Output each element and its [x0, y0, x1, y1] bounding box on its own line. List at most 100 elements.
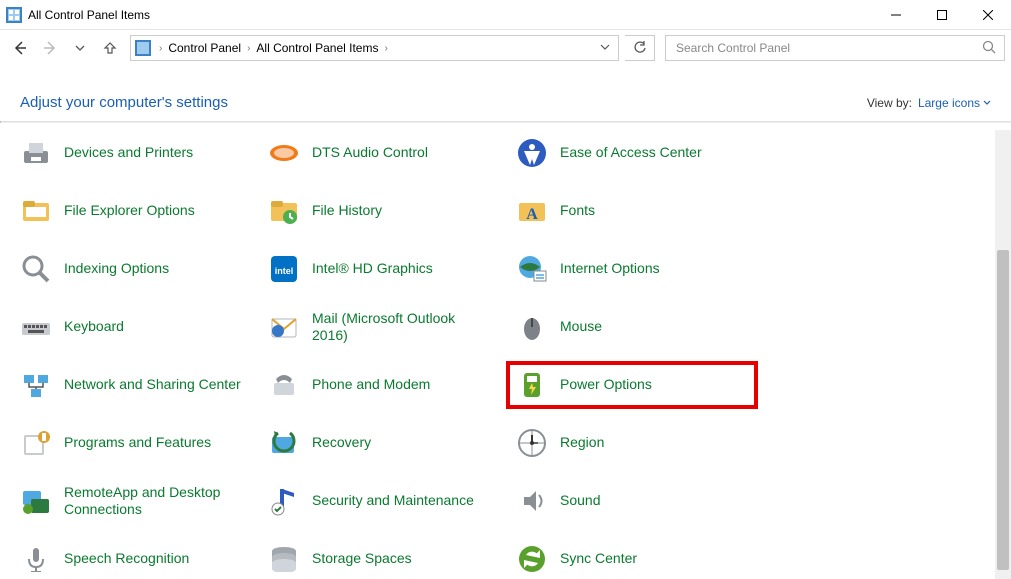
back-button[interactable]	[6, 34, 34, 62]
file-explorer-icon	[18, 193, 54, 229]
svg-text:intel: intel	[275, 266, 294, 276]
control-panel-item[interactable]: Programs and Features	[12, 421, 260, 465]
search-icon[interactable]	[982, 40, 996, 57]
chevron-right-icon[interactable]: ›	[380, 43, 391, 54]
item-label: Fonts	[560, 202, 595, 220]
item-label: Phone and Modem	[312, 376, 430, 394]
up-button[interactable]	[96, 34, 124, 62]
control-panel-item[interactable]: File History	[260, 189, 508, 233]
fonts-icon: A	[514, 193, 550, 229]
control-panel-item[interactable]: Power Options	[508, 363, 756, 407]
control-panel-item[interactable]: Phone and Modem	[260, 363, 508, 407]
search-box[interactable]	[665, 35, 1005, 61]
item-label: Mouse	[560, 318, 602, 336]
refresh-button[interactable]	[625, 35, 655, 61]
control-panel-item[interactable]: Ease of Access Center	[508, 131, 756, 175]
item-label: Speech Recognition	[64, 550, 189, 568]
item-label: RemoteApp and Desktop Connections	[64, 484, 244, 519]
control-panel-item[interactable]: Mail (Microsoft Outlook 2016)	[260, 305, 508, 349]
control-panel-item[interactable]: Sound	[508, 479, 756, 523]
item-label: Devices and Printers	[64, 144, 193, 162]
intel-graphics-icon: intel	[266, 251, 302, 287]
region-icon	[514, 425, 550, 461]
address-bar[interactable]: › Control Panel › All Control Panel Item…	[130, 35, 619, 61]
close-button[interactable]	[965, 0, 1011, 30]
header-row: Adjust your computer's settings View by:…	[0, 66, 1011, 121]
sync-icon	[514, 541, 550, 572]
chevron-right-icon[interactable]: ›	[243, 43, 254, 54]
item-label: DTS Audio Control	[312, 144, 428, 162]
view-by-label: View by:	[867, 96, 912, 110]
window-title: All Control Panel Items	[28, 8, 150, 22]
control-panel-item[interactable]: Speech Recognition	[12, 537, 260, 572]
mouse-icon	[514, 309, 550, 345]
control-panel-item[interactable]: Indexing Options	[12, 247, 260, 291]
remoteapp-icon	[18, 483, 54, 519]
minimize-button[interactable]	[873, 0, 919, 30]
internet-options-icon	[514, 251, 550, 287]
control-panel-item[interactable]: Recovery	[260, 421, 508, 465]
control-panel-small-icon	[135, 40, 151, 56]
control-panel-item[interactable]: A Fonts	[508, 189, 756, 233]
control-panel-grid: Devices and Printers DTS Audio Control Eas…	[12, 131, 1011, 572]
view-by-select[interactable]: Large icons	[918, 96, 991, 110]
item-label: Mail (Microsoft Outlook 2016)	[312, 310, 492, 345]
control-panel-item[interactable]: Devices and Printers	[12, 131, 260, 175]
control-panel-item[interactable]: File Explorer Options	[12, 189, 260, 233]
sound-icon	[514, 483, 550, 519]
item-label: Indexing Options	[64, 260, 169, 278]
item-label: Ease of Access Center	[560, 144, 702, 162]
control-panel-item[interactable]: Storage Spaces	[260, 537, 508, 572]
ease-access-icon	[514, 135, 550, 171]
item-label: Power Options	[560, 376, 652, 394]
control-panel-item[interactable]: Region	[508, 421, 756, 465]
search-input[interactable]	[674, 40, 982, 56]
speech-icon	[18, 541, 54, 572]
control-panel-item[interactable]: Sync Center	[508, 537, 756, 572]
item-label: Network and Sharing Center	[64, 376, 241, 394]
control-panel-item[interactable]: Network and Sharing Center	[12, 363, 260, 407]
mail-icon	[266, 309, 302, 345]
breadcrumb-part[interactable]: Control Panel	[168, 41, 241, 55]
address-dropdown[interactable]	[596, 41, 614, 55]
control-panel-item[interactable]: Internet Options	[508, 247, 756, 291]
breadcrumb: › Control Panel › All Control Panel Item…	[155, 41, 392, 55]
chevron-right-icon[interactable]: ›	[155, 43, 166, 54]
item-label: Storage Spaces	[312, 550, 412, 568]
titlebar: All Control Panel Items	[0, 0, 1011, 30]
item-label: Intel® HD Graphics	[312, 260, 433, 278]
maximize-button[interactable]	[919, 0, 965, 30]
network-icon	[18, 367, 54, 403]
item-label: File History	[312, 202, 382, 220]
control-panel-item[interactable]: intel Intel® HD Graphics	[260, 247, 508, 291]
recovery-icon	[266, 425, 302, 461]
forward-button[interactable]	[36, 34, 64, 62]
security-icon	[266, 483, 302, 519]
item-label: Sound	[560, 492, 600, 510]
item-label: Recovery	[312, 434, 371, 452]
devices-printers-icon	[18, 135, 54, 171]
phone-modem-icon	[266, 367, 302, 403]
item-label: Programs and Features	[64, 434, 211, 452]
control-panel-item[interactable]: Keyboard	[12, 305, 260, 349]
dts-audio-icon	[266, 135, 302, 171]
control-panel-item[interactable]: RemoteApp and Desktop Connections	[12, 479, 260, 523]
keyboard-icon	[18, 309, 54, 345]
control-panel-icon	[6, 7, 22, 23]
file-history-icon	[266, 193, 302, 229]
item-label: Internet Options	[560, 260, 660, 278]
control-panel-item[interactable]: Mouse	[508, 305, 756, 349]
scrollbar-thumb[interactable]	[997, 250, 1009, 570]
svg-text:A: A	[526, 206, 538, 223]
item-label: File Explorer Options	[64, 202, 195, 220]
vertical-scrollbar[interactable]	[995, 130, 1011, 579]
breadcrumb-part[interactable]: All Control Panel Items	[256, 41, 378, 55]
view-by-value: Large icons	[918, 96, 980, 110]
item-label: Sync Center	[560, 550, 637, 568]
navbar: › Control Panel › All Control Panel Item…	[0, 30, 1011, 66]
programs-icon	[18, 425, 54, 461]
control-panel-item[interactable]: Security and Maintenance	[260, 479, 508, 523]
recent-dropdown[interactable]	[66, 34, 94, 62]
item-label: Region	[560, 434, 604, 452]
control-panel-item[interactable]: DTS Audio Control	[260, 131, 508, 175]
